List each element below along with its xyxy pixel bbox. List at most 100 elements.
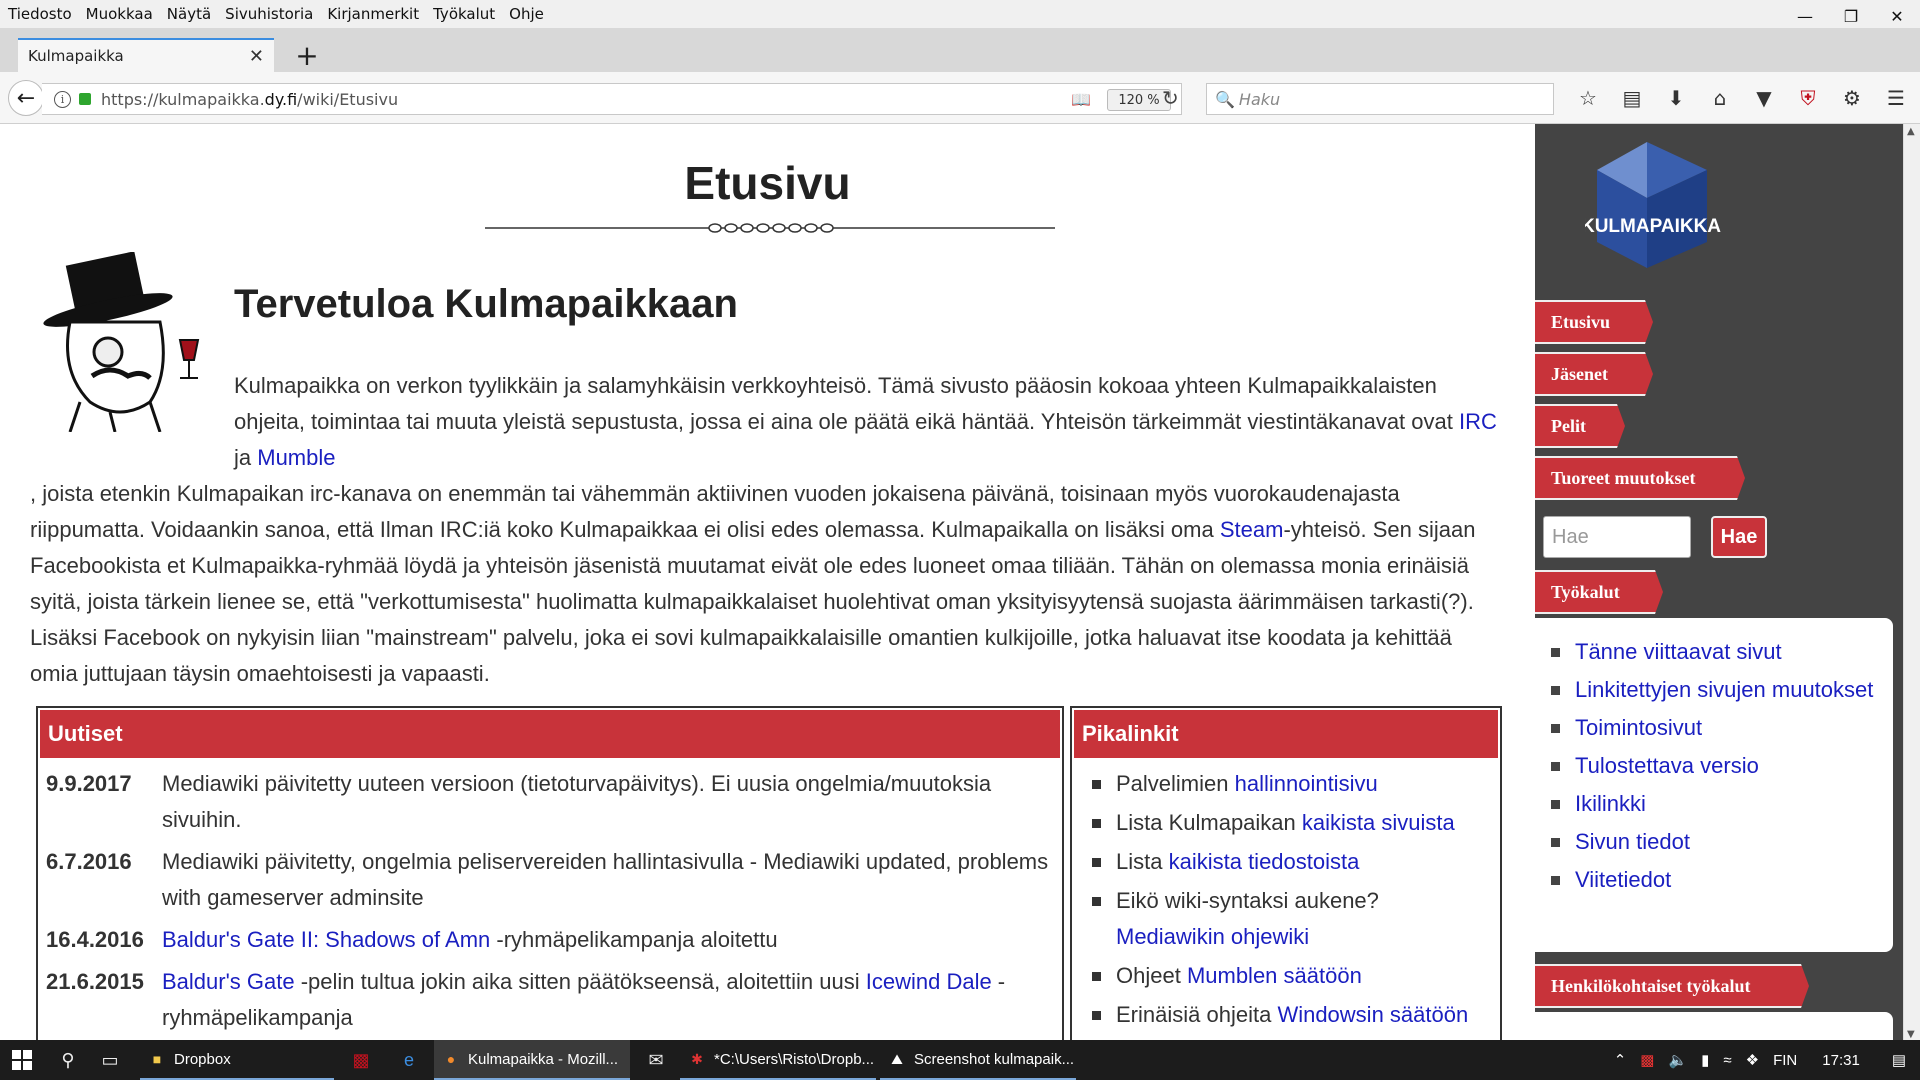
tab-kulmapaikka[interactable]: Kulmapaikka ✕ — [18, 38, 274, 72]
quick-link[interactable]: hallinnointisivu — [1235, 771, 1378, 796]
sidebar-search-button[interactable]: Hae — [1711, 516, 1767, 558]
battery-icon[interactable]: ▮ — [1694, 1051, 1716, 1069]
edge-icon[interactable]: e — [388, 1040, 430, 1080]
info-icon[interactable]: i — [54, 90, 71, 108]
dropbox-tray-icon[interactable]: ❖ — [1739, 1051, 1766, 1069]
taskbar-app-editor[interactable]: ✱ *C:\Users\Risto\Dropb... — [680, 1040, 876, 1080]
hamburger-menu-icon[interactable]: ☰ — [1874, 84, 1918, 112]
menu-bookmarks[interactable]: Kirjanmerkit — [320, 5, 426, 23]
sidebar-nav-recent-changes[interactable]: Tuoreet muutokset — [1535, 456, 1745, 500]
new-tab-icon[interactable]: + — [290, 38, 324, 72]
windows-start-icon[interactable] — [12, 1050, 32, 1070]
quick-link-item: Eikö wiki-syntaksi aukene? Mediawikin oh… — [1090, 883, 1492, 955]
quick-links-header: Pikalinkit — [1074, 710, 1498, 758]
tools-link[interactable]: Sivun tiedot — [1575, 829, 1690, 854]
taskbar-app-dropbox[interactable]: ■ Dropbox — [140, 1040, 334, 1080]
news-item: 16.4.2016 Baldur's Gate II: Shadows of A… — [46, 922, 1054, 958]
icewind-dale-link[interactable]: Icewind Dale — [866, 969, 992, 994]
tools-link[interactable]: Viitetiedot — [1575, 867, 1671, 892]
clock[interactable]: 17:31 — [1804, 1052, 1878, 1069]
page-scrollbar[interactable]: ▲ ▼ — [1903, 124, 1920, 1042]
home-icon[interactable]: ⌂ — [1698, 84, 1742, 112]
bg1-link[interactable]: Baldur's Gate — [162, 969, 295, 994]
taskbar-app-firefox[interactable]: ● Kulmapaikka - Mozill... — [434, 1040, 630, 1080]
url-bar[interactable]: i https://kulmapaikka. dy.fi/wiki/Etusivu… — [42, 83, 1182, 115]
close-tab-icon[interactable]: ✕ — [249, 46, 264, 67]
pocket-icon[interactable]: ▼ — [1742, 84, 1786, 112]
news-date: 21.6.2015 — [46, 969, 144, 994]
scroll-down-icon[interactable]: ▼ — [1907, 1029, 1915, 1040]
news-item: 9.9.2017 Mediawiki päivitetty uuteen ver… — [46, 766, 1054, 838]
sidebar-search-input[interactable]: Hae — [1543, 516, 1691, 558]
extension-icon[interactable]: ⚙ — [1830, 84, 1874, 112]
tools-link[interactable]: Tulostettava versio — [1575, 753, 1759, 778]
task-view-icon[interactable]: ▭ — [90, 1040, 130, 1080]
bg2-link[interactable]: Baldur's Gate II: Shadows of Amn — [162, 927, 490, 952]
irc-link[interactable]: IRC — [1459, 409, 1497, 434]
lock-icon — [79, 93, 91, 105]
menu-history[interactable]: Sivuhistoria — [218, 5, 320, 23]
tools-link[interactable]: Toimintosivut — [1575, 715, 1702, 740]
news-text: Mediawiki päivitetty uuteen versioon (ti… — [162, 771, 992, 832]
main-content: Etusivu Tervetuloa Kulmapaikkaan Kulmapa… — [0, 124, 1535, 1042]
reload-icon[interactable]: ↻ — [1162, 86, 1179, 110]
tools-link[interactable]: Linkitettyjen sivujen muutokset — [1575, 677, 1873, 702]
news-list: 9.9.2017 Mediawiki päivitetty uuteen ver… — [40, 758, 1060, 1036]
menu-view[interactable]: Näytä — [160, 5, 218, 23]
menu-edit[interactable]: Muokkaa — [79, 5, 160, 23]
page-title: Etusivu — [684, 157, 851, 209]
tools-link[interactable]: Tänne viittaavat sivut — [1575, 639, 1782, 664]
news-date: 6.7.2016 — [46, 849, 132, 874]
tools-box: Tänne viittaavat sivut Linkitettyjen siv… — [1535, 618, 1893, 952]
download-icon[interactable]: ⬇ — [1654, 84, 1698, 112]
bookmarks-list-icon[interactable]: ▤ — [1610, 84, 1654, 112]
tools-item: Sivun tiedot — [1549, 824, 1893, 860]
tray-expand-icon[interactable]: ⌃ — [1607, 1051, 1634, 1069]
kulmapaikka-logo[interactable]: KULMAPAIKKA — [1585, 140, 1725, 270]
quick-link[interactable]: kaikista sivuista — [1302, 810, 1455, 835]
tools-link[interactable]: Ikilinkki — [1575, 791, 1646, 816]
quick-link[interactable]: Mumblen säätöön — [1187, 963, 1362, 988]
sidebar-tools-label[interactable]: Työkalut — [1535, 570, 1663, 614]
volume-icon[interactable]: 🔈 — [1661, 1051, 1694, 1069]
quick-link-prefix: Erinäisiä ohjeita — [1116, 1002, 1278, 1027]
scroll-up-icon[interactable]: ▲ — [1907, 126, 1915, 137]
news-text: Mediawiki päivitetty, ongelmia peliserve… — [162, 849, 1049, 910]
search-icon[interactable]: ⚲ — [48, 1040, 88, 1080]
intro-text-1: Kulmapaikka on verkon tyylikkäin ja sala… — [234, 373, 1459, 434]
menu-help[interactable]: Ohje — [502, 5, 551, 23]
sidebar-nav-members[interactable]: Jäsenet — [1535, 352, 1653, 396]
tray-filezilla-icon[interactable]: ▩ — [1633, 1051, 1661, 1069]
firefox-icon: ● — [446, 1051, 456, 1067]
search-bar[interactable]: 🔍 Haku — [1206, 83, 1554, 115]
sidebar-nav-games[interactable]: Pelit — [1535, 404, 1625, 448]
mumble-link[interactable]: Mumble — [257, 445, 335, 470]
quick-link[interactable]: Windowsin säätöön — [1277, 1002, 1468, 1027]
quick-link[interactable]: kaikista tiedostoista — [1169, 849, 1360, 874]
quick-link-item: Palvelimien hallinnointisivu — [1090, 766, 1492, 802]
language-indicator[interactable]: FIN — [1766, 1052, 1804, 1069]
menu-file[interactable]: Tiedosto — [0, 5, 79, 23]
title-ornament — [485, 223, 1055, 233]
url-domain: dy.fi — [264, 89, 298, 109]
quick-link-item: Lista kaikista tiedostoista — [1090, 844, 1492, 880]
quick-link-item: Lista Kulmapaikan kaikista sivuista — [1090, 805, 1492, 841]
reader-view-icon[interactable]: 📖 — [1071, 90, 1091, 109]
filezilla-icon[interactable]: ▩ — [340, 1040, 382, 1080]
taskbar-app-photos[interactable]: ⛰ Screenshot kulmapaik... — [880, 1040, 1076, 1080]
notifications-icon[interactable]: ▤ — [1878, 1051, 1920, 1069]
back-arrow-icon[interactable]: ← — [8, 80, 44, 116]
mail-icon[interactable]: ✉ — [636, 1040, 676, 1080]
ublock-icon[interactable]: ⛨ — [1786, 84, 1830, 112]
quick-link[interactable]: Mediawikin ohjewiki — [1116, 924, 1309, 949]
taskbar-app-label: *C:\Users\Risto\Dropb... — [714, 1050, 875, 1068]
taskbar-app-label: Screenshot kulmapaik... — [914, 1050, 1075, 1068]
steam-link[interactable]: Steam — [1220, 517, 1284, 542]
news-date: 16.4.2016 — [46, 927, 144, 952]
bookmark-star-icon[interactable]: ☆ — [1566, 84, 1610, 112]
sidebar-nav-frontpage[interactable]: Etusivu — [1535, 300, 1653, 344]
menu-tools[interactable]: Työkalut — [426, 5, 502, 23]
sidebar-personal-tools-label[interactable]: Henkilökohtaiset työkalut — [1535, 964, 1809, 1008]
wifi-icon[interactable]: ≈ — [1716, 1052, 1738, 1069]
tools-item: Toimintosivut — [1549, 710, 1893, 746]
